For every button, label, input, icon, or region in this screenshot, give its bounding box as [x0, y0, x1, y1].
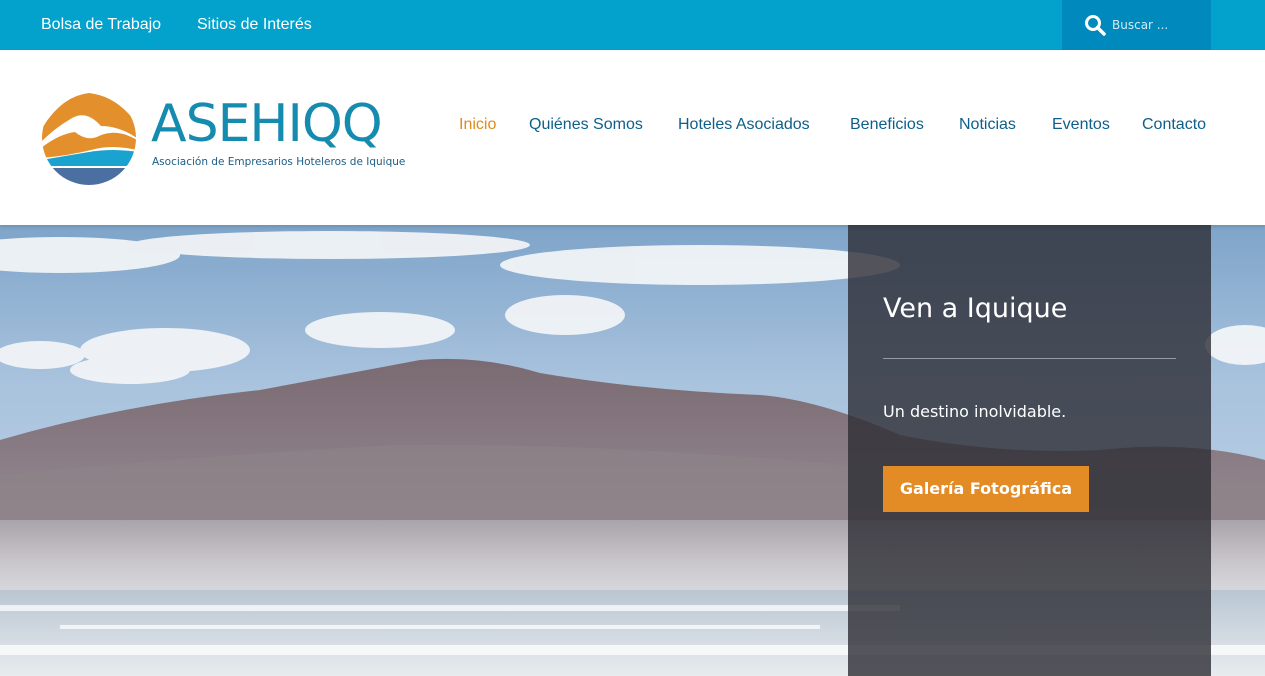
logo-subtitle: Asociación de Empresarios Hoteleros de I…: [152, 156, 406, 168]
nav-hoteles-asociados[interactable]: Hoteles Asociados: [678, 116, 810, 134]
site-logo[interactable]: ASEHIQQ Asociación de Empresarios Hotele…: [41, 90, 405, 186]
link-sitios-de-interes[interactable]: Sitios de Interés: [197, 0, 312, 50]
nav-noticias[interactable]: Noticias: [959, 116, 1016, 134]
hero-divider: [883, 358, 1176, 359]
nav-contacto[interactable]: Contacto: [1142, 116, 1206, 134]
search-icon[interactable]: [1084, 14, 1106, 36]
search-box: [1062, 0, 1211, 50]
logo-wordmark: ASEHIQQ: [151, 94, 383, 154]
gallery-button[interactable]: Galería Fotográfica: [883, 466, 1089, 512]
nav-inicio[interactable]: Inicio: [459, 116, 496, 134]
top-bar: Bolsa de Trabajo Sitios de Interés: [0, 0, 1265, 50]
hero-title: Ven a Iquique: [883, 293, 1068, 324]
search-input[interactable]: [1112, 14, 1204, 36]
hero-text: Un destino inolvidable.: [883, 402, 1067, 421]
logo-mark: [42, 91, 136, 185]
nav-beneficios[interactable]: Beneficios: [850, 116, 924, 134]
hero-section: Ven a Iquique Un destino inolvidable. Ga…: [0, 225, 1265, 676]
hero-caption-panel: Ven a Iquique Un destino inolvidable. Ga…: [848, 225, 1211, 676]
site-header: ASEHIQQ Asociación de Empresarios Hotele…: [0, 50, 1265, 225]
nav-eventos[interactable]: Eventos: [1052, 116, 1110, 134]
link-bolsa-de-trabajo[interactable]: Bolsa de Trabajo: [41, 0, 161, 50]
nav-quienes-somos[interactable]: Quiénes Somos: [529, 116, 643, 134]
